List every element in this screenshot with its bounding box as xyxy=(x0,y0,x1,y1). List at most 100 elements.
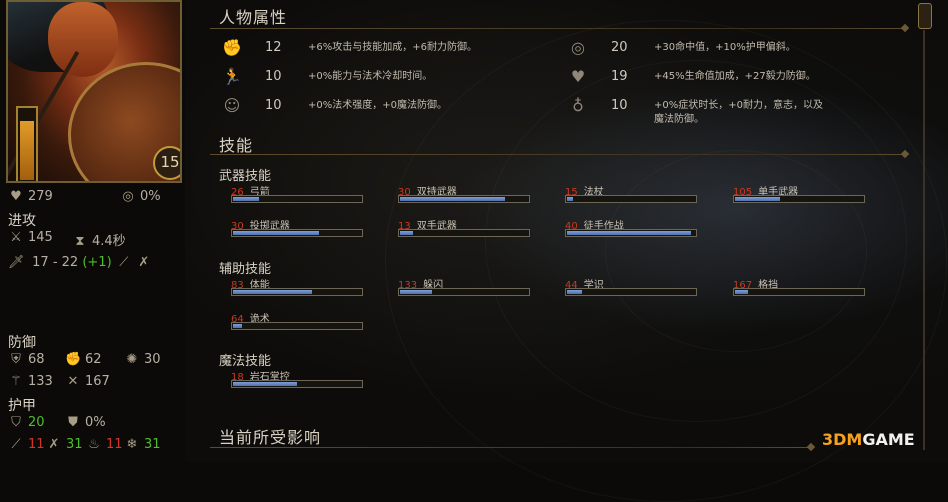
scrollbar-track[interactable] xyxy=(923,30,925,450)
concentration-stat[interactable]: ✕ 167 xyxy=(65,374,110,389)
offense-heading: 进攻 xyxy=(8,213,36,229)
skill-progress-bar xyxy=(565,229,697,237)
support-skills-heading: 辅助技能 xyxy=(219,262,272,277)
runner-icon[interactable]: 🏃 xyxy=(222,67,242,87)
skill-weapon-item[interactable]: 40 徒手作战 xyxy=(565,217,699,237)
skill-progress-fill xyxy=(567,197,574,201)
snowflake-icon: ❄ xyxy=(126,437,138,452)
attribute-value: 20 xyxy=(611,40,628,55)
skill-support-item[interactable]: 167 格挡 xyxy=(733,276,867,296)
damage-value: 17 - 22 xyxy=(32,255,79,270)
reflex-value: 30 xyxy=(144,352,161,367)
skill-support-item[interactable]: 44 学识 xyxy=(565,276,699,296)
skill-progress-bar xyxy=(565,288,697,296)
accuracy-value: 145 xyxy=(28,230,53,245)
skill-progress-bar xyxy=(565,195,697,203)
pierce-icon: ✗ xyxy=(48,437,60,452)
skill-progress-bar xyxy=(733,288,865,296)
skill-weapon-item[interactable]: 26 弓箭 xyxy=(231,183,365,203)
watermark-prefix: 3DM xyxy=(822,430,863,449)
health-bar-fill xyxy=(20,120,34,180)
skill-support-item[interactable]: 64 诡术 xyxy=(231,310,365,330)
skill-magic-item[interactable]: 18 岩石掌控 xyxy=(231,368,365,388)
sword-icon: 🗡 xyxy=(8,255,25,270)
armor-value: 20 xyxy=(28,415,45,430)
freeze-armor-stat[interactable]: ❄ 31 xyxy=(124,437,161,452)
skill-weapon-item[interactable]: 15 法杖 xyxy=(565,183,699,203)
reflex-icon: ✺ xyxy=(126,352,138,367)
health-stat[interactable]: ♥ 279 xyxy=(8,189,53,204)
attribute-description: +45%生命值加成，+27毅力防御。 xyxy=(654,71,816,82)
skill-weapon-item[interactable]: 30 投掷武器 xyxy=(231,217,365,237)
skill-progress-bar xyxy=(733,195,865,203)
skill-progress-fill xyxy=(567,290,583,294)
fortitude-value: 62 xyxy=(85,352,102,367)
skill-progress-bar xyxy=(398,229,530,237)
spirit-icon[interactable]: ♁ xyxy=(568,96,588,116)
skill-progress-fill xyxy=(400,290,432,294)
skill-progress-bar xyxy=(231,380,363,388)
attribute-description: +0%能力与法术冷却时间。 xyxy=(308,71,433,82)
attribute-description: +0%症状时长，+0耐力，意志，以及魔法防御。 xyxy=(654,100,823,125)
slash-icon: ⟋ xyxy=(11,437,21,452)
skill-weapon-item[interactable]: 105 单手武器 xyxy=(733,183,867,203)
accuracy-pct-stat[interactable]: ◎ 0% xyxy=(120,189,161,204)
skill-progress-fill xyxy=(735,197,780,201)
heart-icon[interactable]: ♥ xyxy=(568,67,588,87)
attribute-value: 10 xyxy=(611,98,628,113)
will-stat[interactable]: ⚚ 133 xyxy=(8,374,53,389)
target-icon[interactable]: ◎ xyxy=(568,38,588,58)
skill-weapon-item[interactable]: 30 双持武器 xyxy=(398,183,532,203)
accuracy-pct-value: 0% xyxy=(140,189,161,204)
penetration-icon: ⛊ xyxy=(68,415,78,430)
skill-support-item[interactable]: 83 体能 xyxy=(231,276,365,296)
burn-armor-stat[interactable]: ♨ 11 xyxy=(86,437,122,452)
attribute-description: +0%法术强度，+0魔法防御。 xyxy=(308,100,447,111)
skill-progress-fill xyxy=(233,324,242,328)
heart-icon: ♥ xyxy=(10,189,22,204)
penetration-stat[interactable]: ⛊ 0% xyxy=(65,415,106,430)
defense-heading: 防御 xyxy=(8,335,36,351)
penetration-value: 0% xyxy=(85,415,106,430)
magic-skills-heading: 魔法技能 xyxy=(219,354,272,369)
skill-progress-fill xyxy=(233,290,313,294)
fist-icon[interactable]: ✊ xyxy=(222,38,242,58)
deflection-stat[interactable]: ⛨ 68 xyxy=(8,352,45,367)
scrollbar[interactable] xyxy=(915,0,933,462)
pierce-armor-stat[interactable]: ✗ 31 xyxy=(46,437,83,452)
head-icon[interactable]: ☺ xyxy=(222,96,242,116)
wing-icon: ⚚ xyxy=(10,374,22,389)
shield-icon: ⛨ xyxy=(11,352,21,367)
slash-armor-value: 11 xyxy=(28,437,45,452)
skill-progress-bar xyxy=(231,322,363,330)
deflection-value: 68 xyxy=(28,352,45,367)
armor-value-stat[interactable]: ⛉ 20 xyxy=(8,415,45,430)
skill-weapon-item[interactable]: 13 双手武器 xyxy=(398,217,532,237)
scrollbar-thumb[interactable] xyxy=(918,3,932,29)
concentration-value: 167 xyxy=(85,374,110,389)
health-bar xyxy=(16,106,38,181)
skill-support-item[interactable]: 133 躲闪 xyxy=(398,276,532,296)
skill-progress-fill xyxy=(233,197,259,201)
effects-heading: 当前所受影响 xyxy=(219,428,322,447)
skill-progress-bar xyxy=(231,195,363,203)
skill-progress-fill xyxy=(400,231,413,235)
skill-progress-fill xyxy=(233,231,319,235)
skill-progress-bar xyxy=(231,229,363,237)
attack-speed-stat[interactable]: ⧗ 4.4秒 xyxy=(72,230,125,249)
portrait-face xyxy=(48,2,118,77)
health-value: 279 xyxy=(28,189,53,204)
character-portrait[interactable]: 15 xyxy=(6,0,182,183)
slash-armor-stat[interactable]: ⟋ 11 xyxy=(8,437,45,452)
level-badge: 15 xyxy=(153,146,180,180)
fist-icon: ✊ xyxy=(65,352,82,367)
fortitude-stat[interactable]: ✊ 62 xyxy=(65,352,102,367)
damage-bonus: (+1) xyxy=(82,255,112,270)
reflex-stat[interactable]: ✺ 30 xyxy=(124,352,161,367)
skills-divider xyxy=(210,154,904,155)
attributes-divider xyxy=(210,28,904,29)
watermark: 3DMGAME xyxy=(822,430,915,449)
accuracy-stat[interactable]: ⚔ 145 xyxy=(8,230,53,245)
damage-stat[interactable]: 🗡 17 - 22 (+1) ⟋ ✗ xyxy=(8,255,156,270)
freeze-armor-value: 31 xyxy=(144,437,161,452)
